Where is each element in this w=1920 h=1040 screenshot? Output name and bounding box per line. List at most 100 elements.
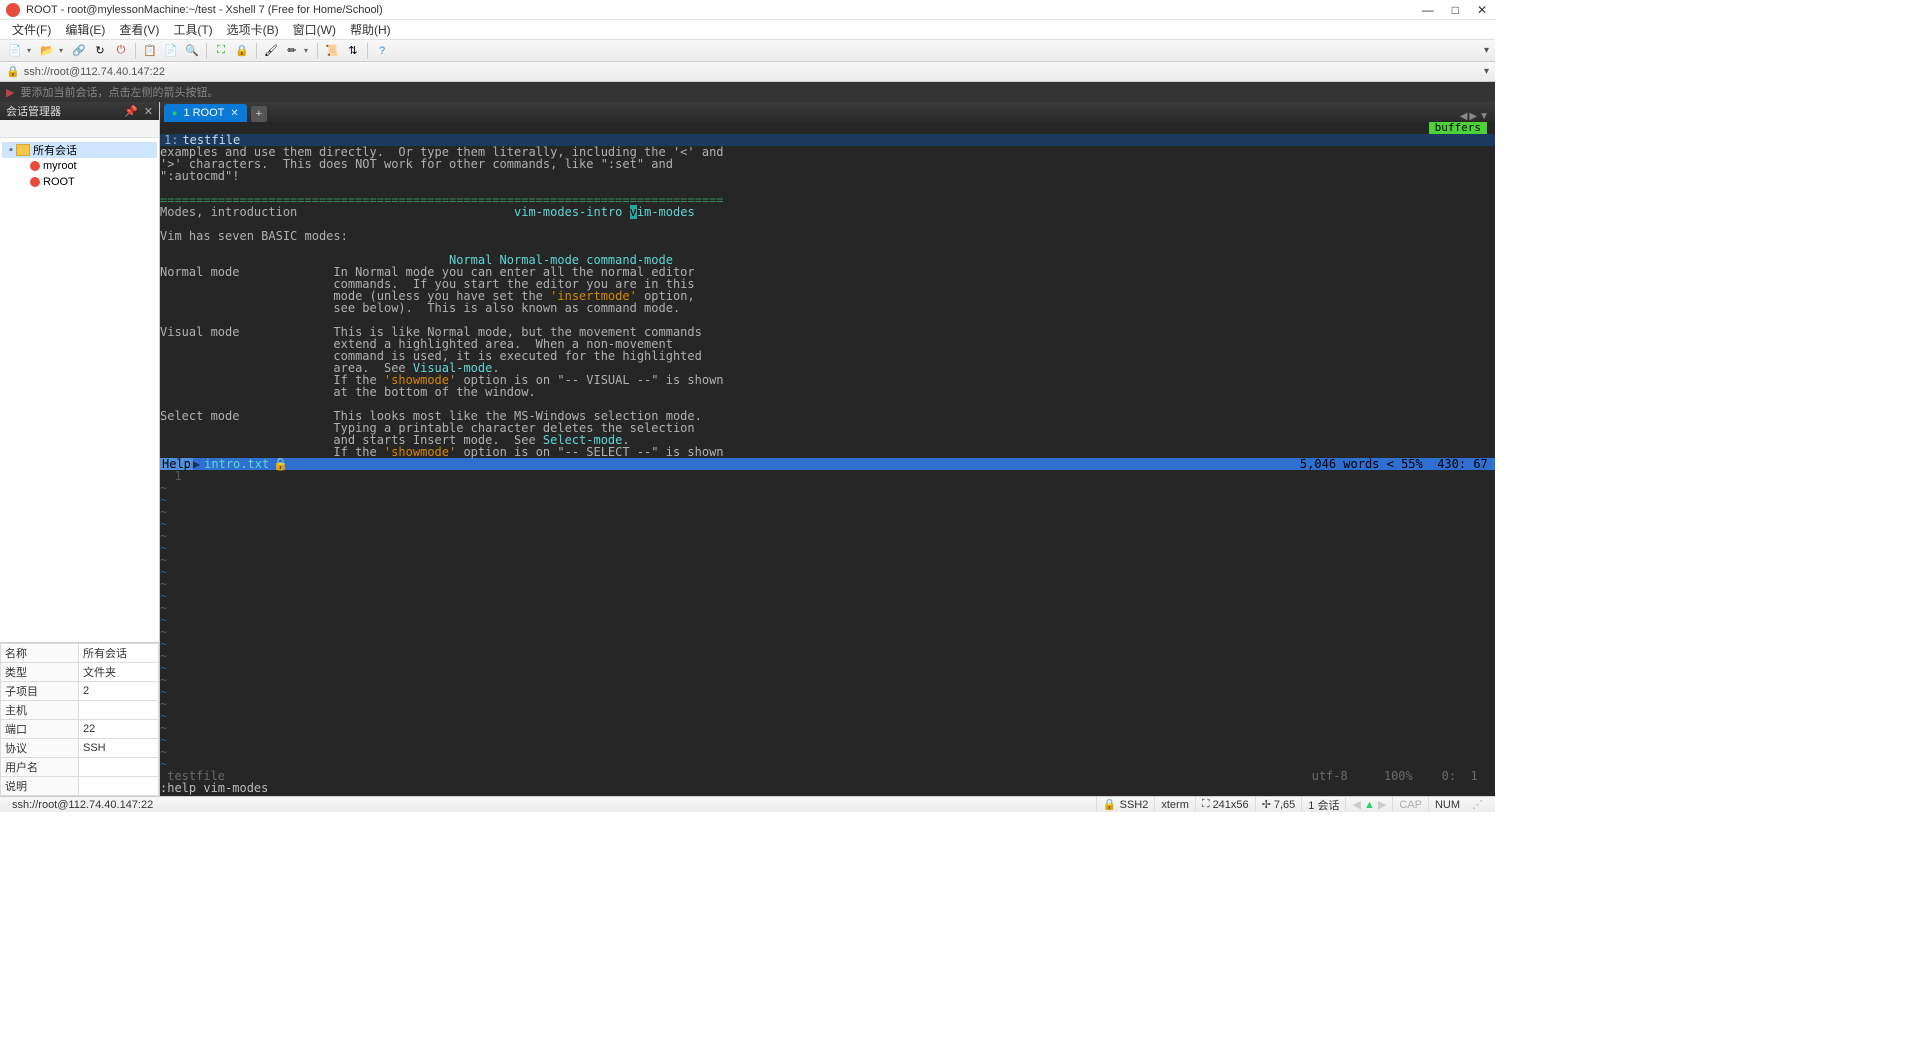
term-tilde: ~	[160, 494, 1495, 506]
maximize-button[interactable]: □	[1452, 3, 1459, 17]
close-icon[interactable]: ✕	[144, 105, 153, 118]
prop-row: 子项目2	[1, 682, 159, 701]
term-tilde: ~	[160, 734, 1495, 746]
menu-help[interactable]: 帮助(H)	[344, 19, 397, 40]
separator	[317, 43, 318, 59]
term-tilde: ~	[160, 698, 1495, 710]
chevron-right-icon: ▶	[1378, 798, 1386, 811]
tree-item-label: ROOT	[43, 176, 75, 188]
color-icon[interactable]: 🖌	[262, 42, 280, 60]
address-url: ssh://root@112.74.40.147:22	[24, 66, 1484, 78]
toolbar-overflow-icon[interactable]: ▾	[1484, 45, 1489, 56]
term-tilde: ~	[160, 530, 1495, 542]
copy-icon[interactable]: 📋	[141, 42, 159, 60]
term-line: Modes, introduction vim-modes-intro vim-…	[160, 206, 1495, 218]
help-icon[interactable]: ?	[373, 42, 391, 60]
highlight-icon[interactable]: ✏	[283, 42, 301, 60]
minimize-button[interactable]: —	[1422, 3, 1434, 17]
status-dot-icon: ●	[172, 108, 177, 118]
term-line: '>' characters. This does NOT work for o…	[160, 158, 1495, 170]
term-line: Vim has seven BASIC modes:	[160, 230, 1495, 242]
vim-command-line[interactable]: :help vim-modes	[160, 782, 1495, 794]
prop-row: 主机	[1, 701, 159, 720]
tab-strip: ● 1 ROOT ✕ + ◀▶▼	[160, 102, 1495, 122]
term-tilde: ~	[160, 674, 1495, 686]
pin-icon[interactable]: 📌	[124, 105, 138, 118]
separator	[256, 43, 257, 59]
menu-tabs[interactable]: 选项卡(B)	[221, 19, 285, 40]
fullscreen-icon[interactable]: ⛶	[212, 42, 230, 60]
term-tilde: ~	[160, 614, 1495, 626]
find-icon[interactable]: 🔍	[183, 42, 201, 60]
menu-window[interactable]: 窗口(W)	[287, 19, 342, 40]
tree-item-myroot[interactable]: myroot	[2, 158, 157, 174]
disconnect-icon[interactable]: ⏻	[112, 42, 130, 60]
status-num: NUM	[1428, 797, 1466, 812]
resize-grip-icon[interactable]: ⋰	[1466, 797, 1489, 812]
dropdown-icon[interactable]: ▾	[304, 46, 312, 55]
menu-view[interactable]: 查看(V)	[113, 19, 165, 40]
tab-root[interactable]: ● 1 ROOT ✕	[164, 104, 247, 122]
menu-tools[interactable]: 工具(T)	[167, 19, 218, 40]
term-tilde: ~	[160, 482, 1495, 494]
script-icon[interactable]: 📜	[323, 42, 341, 60]
address-dropdown-icon[interactable]: ▾	[1484, 66, 1489, 77]
hint-bar: ▶ 要添加当前会话，点击左侧的箭头按钮。	[0, 82, 1495, 102]
main-area: 会话管理器 📌 ✕ ▪ 所有会话 myroot ROOT 名称所有会话 类型	[0, 102, 1495, 796]
open-icon[interactable]: 📂	[38, 42, 56, 60]
connect-icon[interactable]: 🔗	[70, 42, 88, 60]
title-bar: ROOT - root@mylessonMachine:~/test - Xsh…	[0, 0, 1495, 20]
term-line: 1	[160, 470, 1495, 482]
dropdown-icon[interactable]: ▾	[27, 46, 35, 55]
folder-icon	[16, 144, 30, 156]
term-tilde: ~	[160, 542, 1495, 554]
chevron-right-icon: ▶	[1469, 111, 1477, 122]
prop-row: 名称所有会话	[1, 644, 159, 663]
term-tilde: ~	[160, 590, 1495, 602]
chevron-down-icon: ▼	[1479, 111, 1489, 122]
status-size: ⛶ 241x56	[1195, 797, 1255, 812]
menu-file[interactable]: 文件(F)	[6, 19, 57, 40]
term-line: at the bottom of the window.	[160, 386, 1495, 398]
lock-icon: 🔒	[6, 65, 20, 78]
term-tilde: ~	[160, 578, 1495, 590]
terminal[interactable]: 1: testfilebuffersexamples and use them …	[160, 122, 1495, 796]
term-tilde: ~	[160, 650, 1495, 662]
prop-row: 用户名	[1, 758, 159, 777]
term-tilde: ~	[160, 710, 1495, 722]
status-connection: ssh://root@112.74.40.147:22	[6, 797, 1096, 812]
window-title: ROOT - root@mylessonMachine:~/test - Xsh…	[26, 4, 1422, 16]
dropdown-icon[interactable]: ▾	[59, 46, 67, 55]
term-tilde: ~	[160, 566, 1495, 578]
close-button[interactable]: ✕	[1477, 3, 1487, 17]
address-bar[interactable]: 🔒 ssh://root@112.74.40.147:22 ▾	[0, 62, 1495, 82]
status-cap: CAP	[1392, 797, 1428, 812]
tab-nav[interactable]: ◀▶▼	[1460, 111, 1489, 122]
lock-icon[interactable]: 🔒	[233, 42, 251, 60]
collapse-icon[interactable]: ▪	[6, 144, 16, 156]
chevron-left-icon: ◀	[1352, 798, 1360, 811]
tab-close-icon[interactable]: ✕	[230, 108, 238, 119]
term-tilde: ~	[160, 638, 1495, 650]
status-sessions: 1 会话	[1301, 797, 1345, 812]
menu-edit[interactable]: 编辑(E)	[59, 19, 111, 40]
tree-root-label: 所有会话	[33, 142, 77, 158]
new-session-icon[interactable]: 📄	[6, 42, 24, 60]
session-icon	[30, 177, 40, 187]
transfer-icon[interactable]: ⇅	[344, 42, 362, 60]
tab-label: 1 ROOT	[183, 107, 224, 119]
tree-root[interactable]: ▪ 所有会话	[2, 142, 157, 158]
term-tilde: ~	[160, 506, 1495, 518]
tree-item-label: myroot	[43, 160, 77, 172]
term-tilde: ~	[160, 686, 1495, 698]
add-session-icon[interactable]: ▶	[6, 86, 14, 99]
paste-icon[interactable]: 📄	[162, 42, 180, 60]
status-ssh: 🔒SSH2	[1096, 797, 1154, 812]
tree-item-root[interactable]: ROOT	[2, 174, 157, 190]
session-tree[interactable]: ▪ 所有会话 myroot ROOT	[0, 138, 159, 642]
session-manager-panel: 会话管理器 📌 ✕ ▪ 所有会话 myroot ROOT 名称所有会话 类型	[0, 102, 160, 796]
reconnect-icon[interactable]: ↻	[91, 42, 109, 60]
size-icon: ⛶	[1202, 798, 1210, 811]
status-indicators: ◀ ▲ ▶	[1345, 797, 1392, 812]
new-tab-button[interactable]: +	[251, 106, 267, 122]
